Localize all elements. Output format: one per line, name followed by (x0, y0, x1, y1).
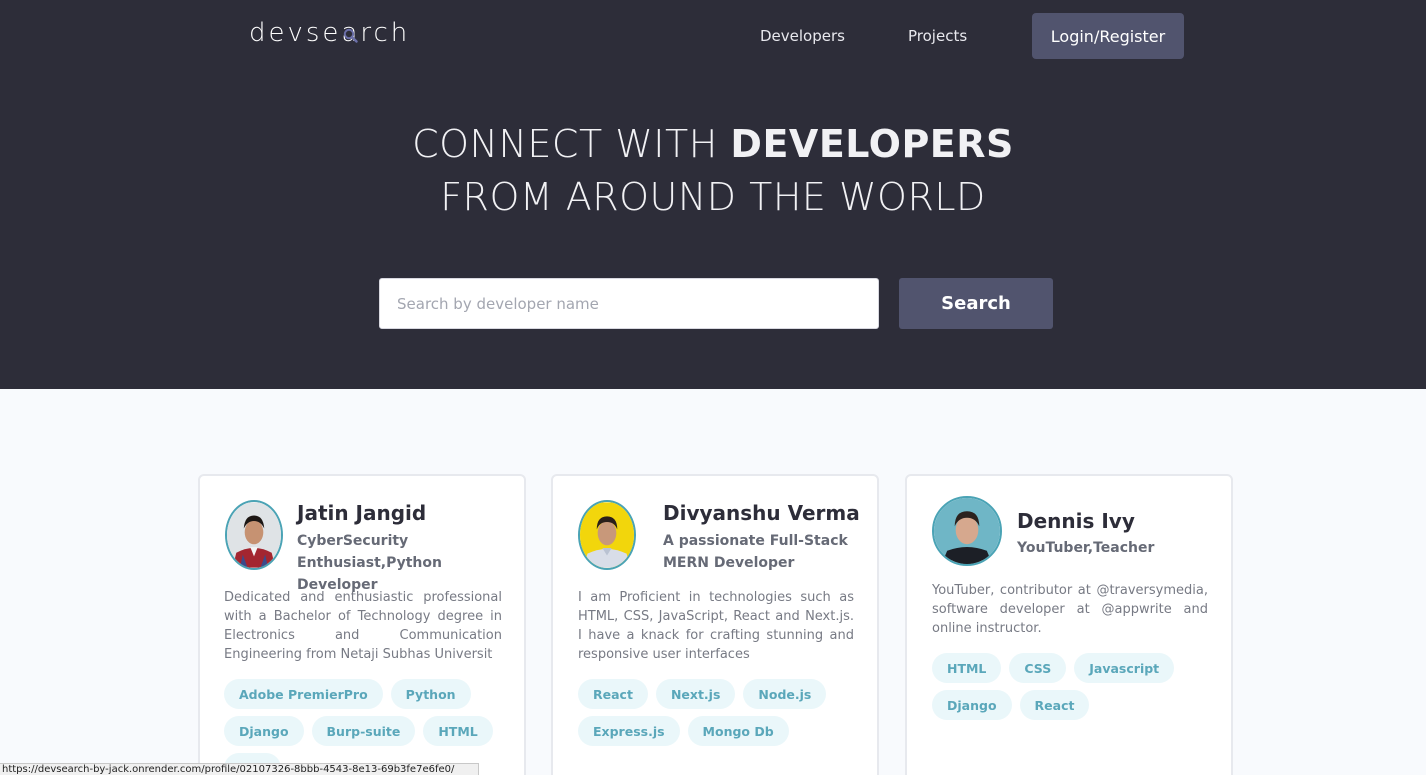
skill-tag[interactable]: HTML (932, 653, 1002, 683)
hero-headline-line2: FROM AROUND THE WORLD (440, 175, 986, 219)
browser-status-bar: https://devsearch-by-jack.onrender.com/p… (0, 763, 479, 775)
skill-tag[interactable]: React (1019, 690, 1090, 720)
nav-link-developers[interactable]: Developers (760, 26, 845, 46)
skill-tag[interactable]: Mongo Db (687, 716, 789, 746)
magnifier-icon (344, 28, 359, 43)
developer-role: A passionate Full-Stack MERN Developer (663, 533, 848, 571)
profile-photo (227, 502, 281, 568)
search-input[interactable] (379, 278, 879, 329)
logo[interactable]: devsearch (249, 17, 410, 49)
avatar (578, 500, 636, 570)
skill-tag[interactable]: Express.js (578, 716, 680, 746)
nav-link-projects[interactable]: Projects (908, 26, 967, 46)
developer-bio: Dedicated and enthusiastic professional … (224, 590, 502, 662)
skill-tags: Adobe PremierPro Python Django Burp-suit… (224, 679, 514, 775)
developer-name[interactable]: Divyanshu Verma (663, 500, 860, 526)
skill-tag[interactable]: Python (390, 679, 471, 709)
developer-role: CyberSecurity Enthusiast,Python Develope… (297, 533, 442, 593)
hero-headline-line1: CONNECT WITH DEVELOPERS (412, 122, 1014, 166)
hero-section: devsearch Developers Projects Login/Regi… (0, 0, 1426, 389)
skill-tags: React Next.js Node.js Express.js Mongo D… (578, 679, 868, 746)
profile-photo (934, 498, 1000, 564)
developer-card[interactable]: Jatin Jangid CyberSecurity Enthusiast,Py… (198, 474, 526, 775)
developer-role: YouTuber,Teacher (1017, 540, 1155, 556)
skill-tag[interactable]: Django (224, 716, 304, 746)
developer-card[interactable]: Divyanshu Verma A passionate Full-Stack … (551, 474, 879, 775)
skill-tag[interactable]: Javascript (1074, 653, 1175, 683)
developer-name[interactable]: Dennis Ivy (1017, 508, 1135, 534)
skill-tag[interactable]: CSS (1009, 653, 1067, 683)
developer-bio: I am Proficient in technologies such as … (578, 590, 854, 662)
skill-tags: HTML CSS Javascript Django React (932, 653, 1212, 720)
skill-tag[interactable]: Burp-suite (311, 716, 416, 746)
skill-tag[interactable]: Django (932, 690, 1012, 720)
skill-tag[interactable]: React (578, 679, 648, 709)
developer-card[interactable]: Dennis Ivy YouTuber,Teacher YouTuber, co… (905, 474, 1233, 775)
search-button[interactable]: Search (899, 278, 1053, 329)
avatar (225, 500, 283, 570)
skill-tag[interactable]: HTML (423, 716, 493, 746)
skill-tag[interactable]: Node.js (743, 679, 827, 709)
login-register-button[interactable]: Login/Register (1032, 13, 1184, 59)
avatar (932, 496, 1002, 566)
skill-tag[interactable]: Adobe PremierPro (224, 679, 383, 709)
profile-photo (580, 502, 634, 568)
skill-tag[interactable]: Next.js (655, 679, 736, 709)
developer-bio: YouTuber, contributor at @traversymedia,… (932, 583, 1208, 636)
developer-name[interactable]: Jatin Jangid (297, 500, 426, 526)
